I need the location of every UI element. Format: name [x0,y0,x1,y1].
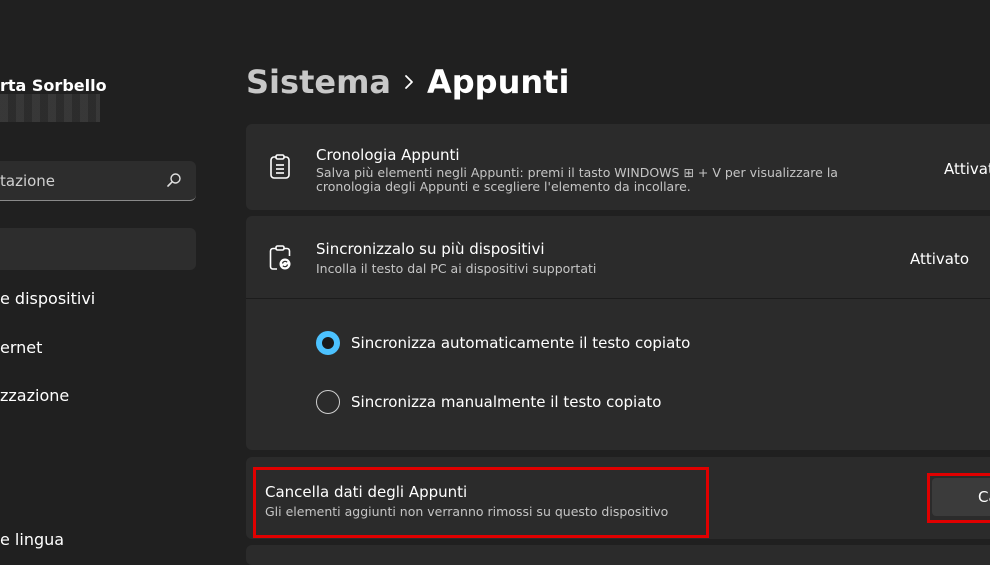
clear-data-title: Cancella dati degli Appunti [265,483,468,501]
sidebar: rta Sorbello tazione e dispositivi ernet… [0,0,214,556]
clear-data-card: Cancella dati degli Appunti Gli elementi… [246,457,990,539]
sidebar-item-ora-lingua[interactable]: e lingua [0,530,64,549]
sidebar-item-sistema[interactable] [0,228,196,270]
user-email-blurred [0,94,100,122]
page-title: Appunti [427,63,570,101]
clipboard-history-card[interactable]: Cronologia Appunti Salva più elementi ne… [246,124,990,210]
search-input[interactable]: tazione [0,172,55,190]
radio-selected-icon[interactable] [316,331,340,355]
clipboard-history-status: Attivat [944,160,990,178]
sync-manual-label: Sincronizza manualmente il testo copiato [351,393,662,411]
search-icon[interactable] [166,172,182,188]
breadcrumb: Sistema Appunti [246,60,569,104]
divider [246,298,990,299]
clipboard-history-title: Cronologia Appunti [316,146,460,164]
chevron-right-icon [391,74,427,90]
search-box[interactable]: tazione [0,161,196,201]
user-name: rta Sorbello [0,76,107,95]
sync-auto-label: Sincronizza automaticamente il testo cop… [351,334,691,352]
sync-manual-option[interactable]: Sincronizza manualmente il testo copiato [316,390,661,414]
clear-button[interactable]: Ca [932,478,990,516]
sync-status[interactable]: Attivato [910,250,969,268]
sync-title: Sincronizzalo su più dispositivi [316,240,545,258]
clipboard-list-icon [270,154,290,179]
next-setting-card [246,545,990,565]
sync-card: Sincronizzalo su più dispositivi Incolla… [246,216,990,450]
sidebar-item-personalizzazione[interactable]: zzazione [0,386,69,405]
radio-unselected-icon[interactable] [316,390,340,414]
sync-auto-option[interactable]: Sincronizza automaticamente il testo cop… [316,331,690,355]
sync-description: Incolla il testo dal PC ai dispositivi s… [316,261,597,276]
clipboard-sync-icon [269,245,291,270]
breadcrumb-parent[interactable]: Sistema [246,63,391,101]
clear-data-description: Gli elementi aggiunti non verranno rimos… [265,504,669,519]
clipboard-history-description: Salva più elementi negli Appunti: premi … [316,165,838,194]
sidebar-item-bluetooth[interactable]: e dispositivi [0,289,95,308]
sidebar-item-rete-internet[interactable]: ernet [0,338,42,357]
